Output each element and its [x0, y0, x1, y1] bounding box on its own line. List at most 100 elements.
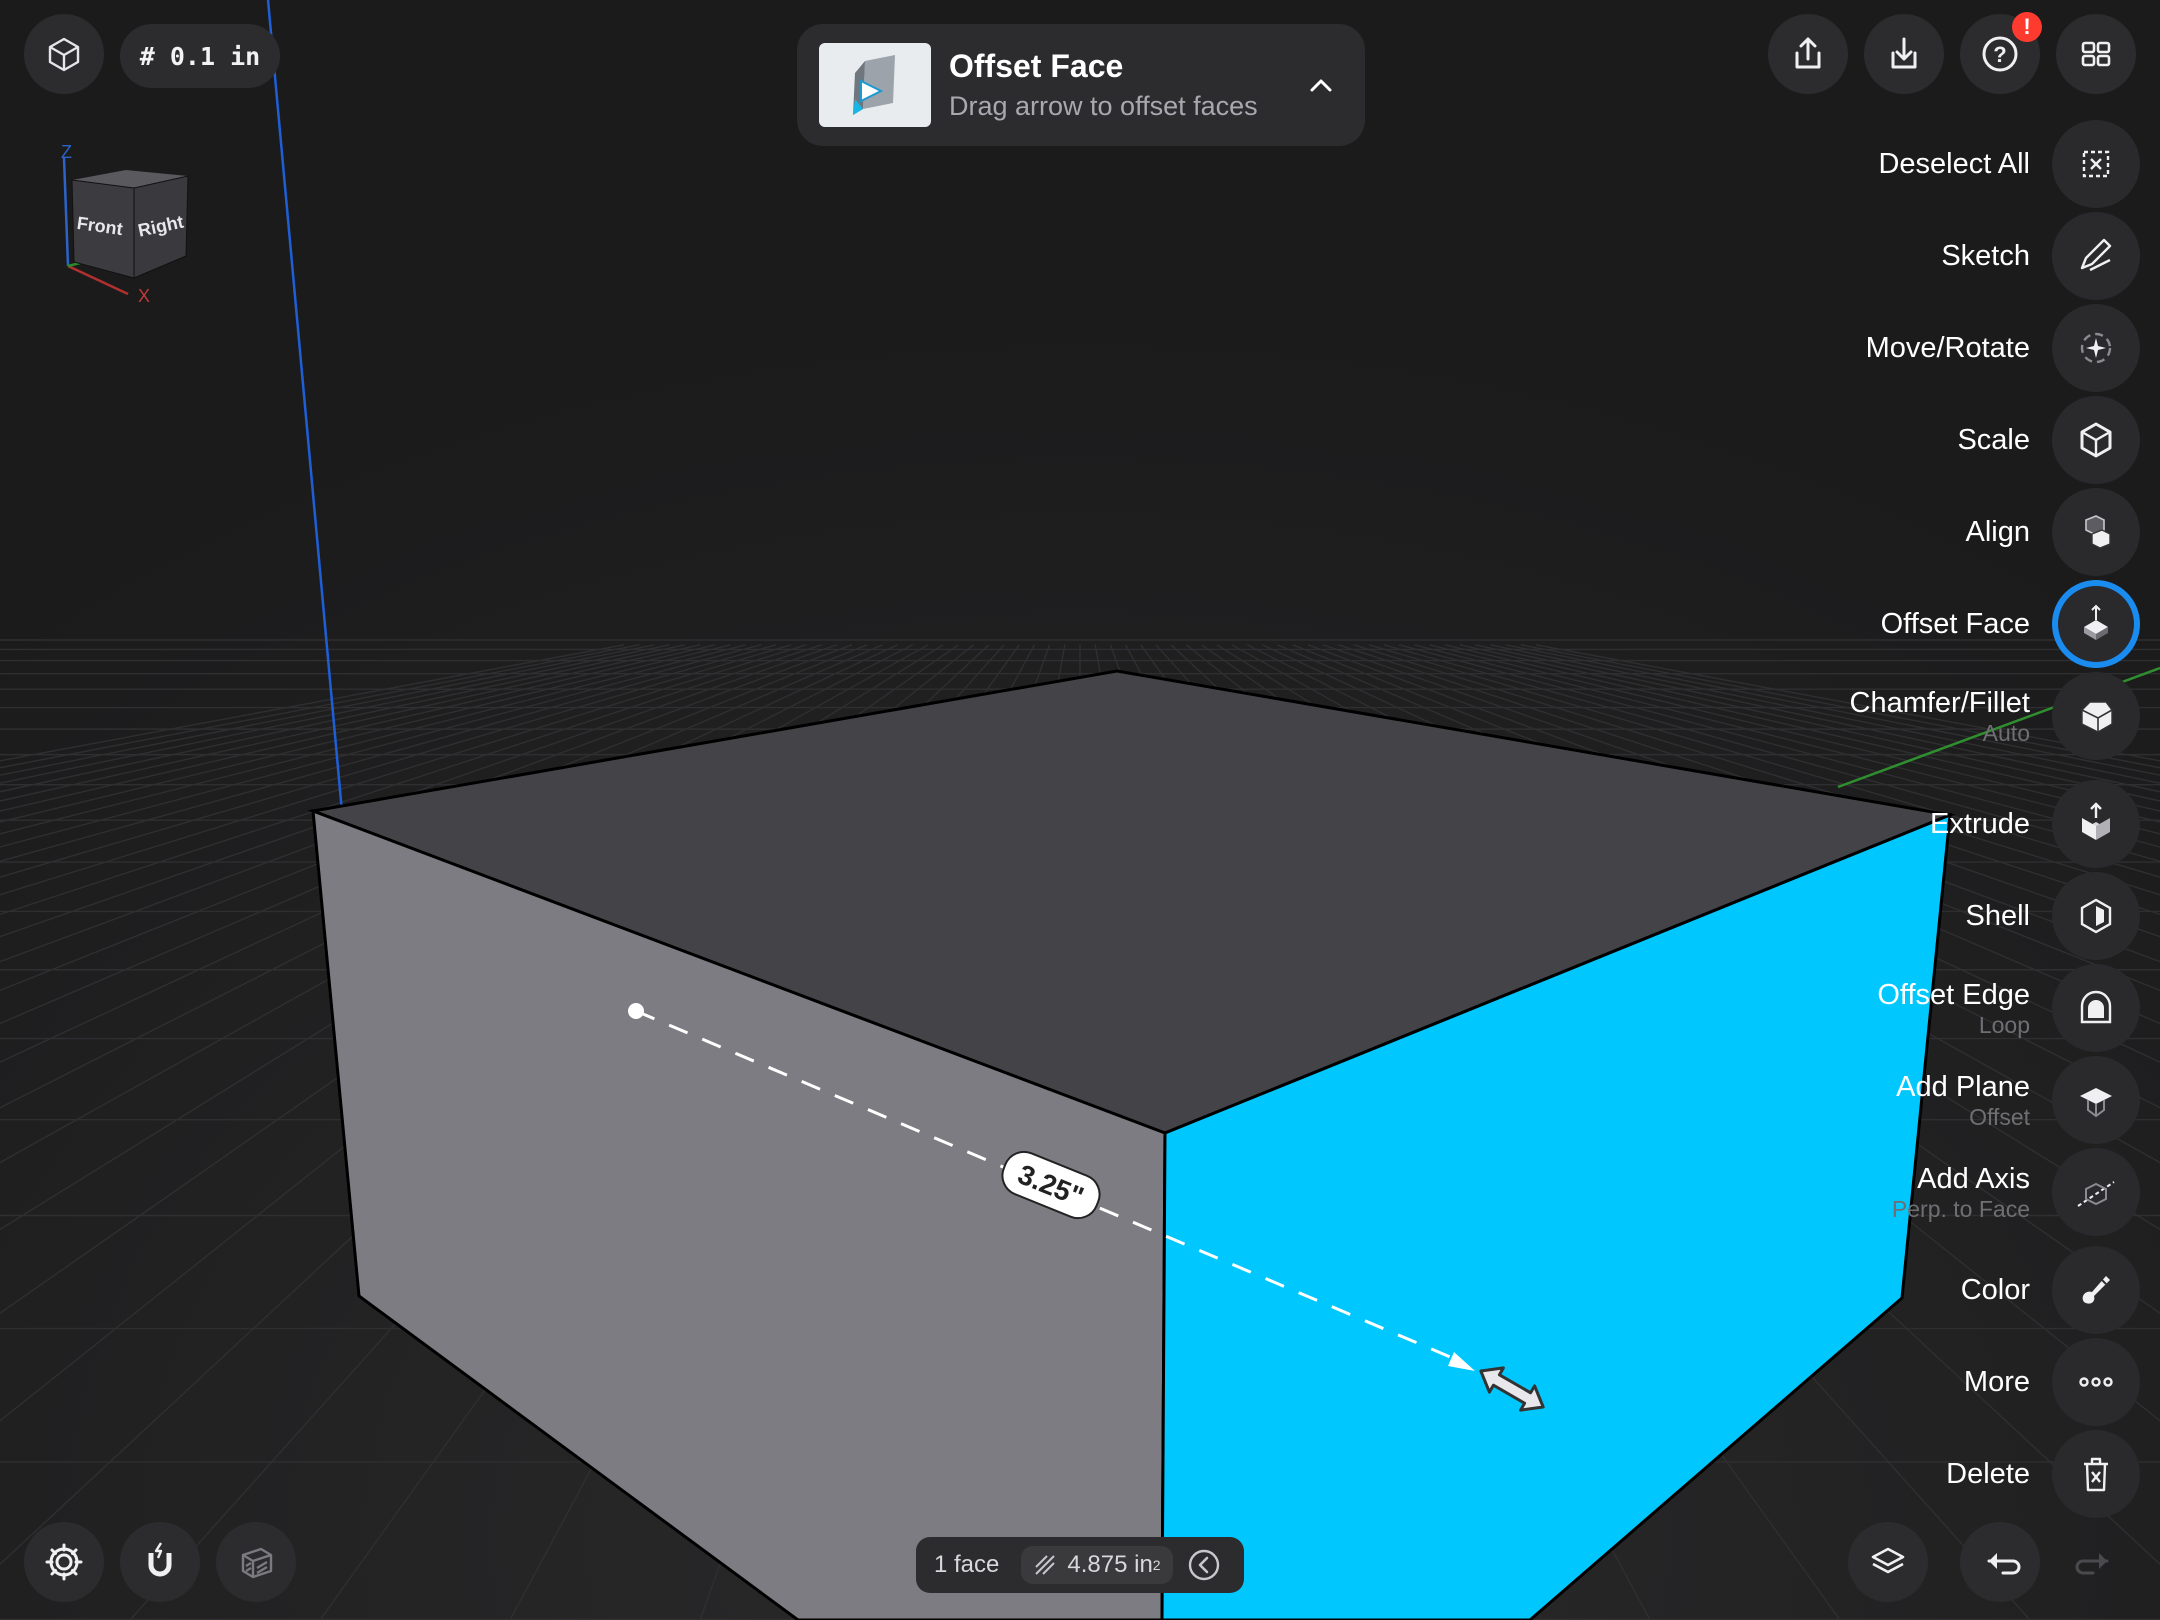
tool-offset-face-button[interactable]: [2052, 580, 2140, 668]
grid-menu-button[interactable]: [2056, 14, 2136, 94]
banner-title: Offset Face: [949, 48, 1124, 84]
color-brush-icon: [2082, 1276, 2110, 1304]
tool-label: Deselect All: [1878, 148, 2030, 180]
align-icon: [2085, 515, 2111, 549]
tool-scale[interactable]: Scale: [1957, 396, 2140, 484]
import-icon: [1891, 37, 1917, 69]
tool-label: Align: [1965, 516, 2031, 548]
tool-shell[interactable]: Shell: [1966, 872, 2140, 960]
area-value: 4.875 in: [1067, 1551, 1153, 1578]
undo-button[interactable]: [1960, 1522, 2040, 1602]
redo-button[interactable]: [2056, 1522, 2136, 1602]
deselect-icon: [2082, 150, 2110, 178]
tool-extrude-button[interactable]: [2052, 780, 2140, 868]
snap-button[interactable]: [120, 1522, 200, 1602]
share-icon: [1795, 37, 1821, 69]
tool-align-button[interactable]: [2052, 488, 2140, 576]
tool-label: Add Axis: [1917, 1163, 2030, 1195]
tool-shell-button[interactable]: [2052, 872, 2140, 960]
tool-sublabel: Perp. to Face: [1891, 1196, 2030, 1222]
tool-sketch[interactable]: Sketch: [1941, 212, 2140, 300]
tool-add-axis[interactable]: Add Axis Perp. to Face: [1892, 1148, 2140, 1236]
tool-color[interactable]: Color: [1961, 1246, 2140, 1334]
tool-label: Sketch: [1941, 240, 2030, 272]
help-button[interactable]: ? !: [1960, 12, 2042, 94]
sketch-pen-icon: [2080, 238, 2112, 272]
tool-label: Shell: [1965, 900, 2031, 932]
tool-label-container: Align: [1966, 515, 2031, 549]
trash-icon: [2084, 1457, 2108, 1492]
tool-sublabel: Auto: [1982, 720, 2030, 746]
selection-status-bar: 1 face 4.875 in 2: [916, 1537, 1244, 1593]
offset-face-icon: [2084, 604, 2108, 640]
tool-label-container: Shell: [1966, 899, 2031, 933]
tool-label-container: Add Axis Perp. to Face: [1892, 1162, 2030, 1222]
tool-label-container: Offset Face: [1881, 607, 2030, 641]
banner-collapse-button[interactable]: [1291, 55, 1351, 115]
tool-label: Scale: [1957, 424, 2030, 456]
layers-icon: [1871, 1547, 1905, 1574]
settings-button[interactable]: [24, 1522, 104, 1602]
tool-offset-edge-button[interactable]: [2052, 964, 2140, 1052]
tool-label: Color: [1960, 1274, 2030, 1306]
chevron-up-icon: [1310, 79, 1332, 92]
tool-delete-button[interactable]: [2052, 1430, 2140, 1518]
more-icon: [2079, 1377, 2113, 1387]
tool-sketch-button[interactable]: [2052, 212, 2140, 300]
tool-more[interactable]: More: [1964, 1338, 2140, 1426]
tool-label: Add Plane: [1896, 1071, 2030, 1103]
tool-add-plane[interactable]: Add Plane Offset: [1896, 1056, 2140, 1144]
selection-prev-button[interactable]: [1187, 1548, 1221, 1582]
view-cube[interactable]: Front Right Z X: [52, 138, 202, 308]
tool-label: Chamfer/Fillet: [1849, 687, 2031, 719]
section-view-icon: [241, 1547, 273, 1579]
tool-move-rotate[interactable]: Move/Rotate: [1865, 304, 2140, 392]
tool-align[interactable]: Align: [1966, 488, 2140, 576]
tool-offset-face[interactable]: Offset Face: [1881, 580, 2140, 668]
chamfer-icon: [2081, 701, 2113, 733]
tool-add-axis-button[interactable]: [2052, 1148, 2140, 1236]
offset-edge-icon: [2080, 990, 2112, 1024]
tool-banner[interactable]: Offset Face Drag arrow to offset faces: [797, 24, 1365, 146]
tool-label-container: Delete: [1946, 1457, 2030, 1491]
tool-deselect-all[interactable]: Deselect All: [1878, 120, 2140, 208]
tool-scale-button[interactable]: [2052, 396, 2140, 484]
tool-move-rotate-button[interactable]: [2052, 304, 2140, 392]
magnet-snap-icon: [148, 1542, 172, 1577]
section-view-button[interactable]: [216, 1522, 296, 1602]
tool-deselect-all-button[interactable]: [2052, 120, 2140, 208]
banner-subtitle: Drag arrow to offset faces: [949, 91, 1258, 121]
dimension-start-dot: [628, 1003, 644, 1019]
tool-chamfer-fillet-button[interactable]: [2052, 672, 2140, 760]
3d-viewport[interactable]: 3.25": [0, 0, 2160, 1620]
layers-button[interactable]: [1848, 1522, 1928, 1602]
tool-label: Offset Edge: [1877, 979, 2030, 1011]
tool-label-container: Color: [1961, 1273, 2030, 1307]
grid-size-button[interactable]: # 0.1 in: [120, 24, 280, 88]
share-button[interactable]: [1768, 14, 1848, 94]
tool-label-container: Add Plane Offset: [1896, 1070, 2030, 1130]
tool-chamfer-fillet[interactable]: Chamfer/Fillet Auto: [1849, 672, 2140, 760]
tool-color-button[interactable]: [2052, 1246, 2140, 1334]
tool-delete[interactable]: Delete: [1946, 1430, 2140, 1518]
axis-x-label: X: [138, 286, 150, 306]
tool-offset-edge[interactable]: Offset Edge Loop: [1877, 964, 2140, 1052]
tool-more-button[interactable]: [2052, 1338, 2140, 1426]
tool-label: Extrude: [1930, 808, 2030, 840]
grid-icon: [2081, 41, 2111, 67]
redo-icon: [2075, 1553, 2109, 1575]
tool-add-plane-button[interactable]: [2052, 1056, 2140, 1144]
view-mode-button[interactable]: [24, 14, 104, 94]
svg-text:?: ?: [1993, 42, 2006, 67]
selection-count: 1 face: [934, 1551, 1000, 1578]
add-axis-icon: [2077, 1181, 2115, 1207]
import-button[interactable]: [1864, 14, 1944, 94]
tool-label-container: Extrude: [1930, 807, 2030, 841]
extrude-icon: [2082, 802, 2110, 840]
area-pill: 4.875 in 2: [1021, 1546, 1173, 1584]
settings-gear-icon: [45, 1543, 83, 1581]
tool-extrude[interactable]: Extrude: [1930, 780, 2140, 868]
tool-label: Move/Rotate: [1865, 332, 2030, 364]
tool-thumbnail: [819, 43, 931, 127]
tool-label-container: Deselect All: [1878, 147, 2030, 181]
